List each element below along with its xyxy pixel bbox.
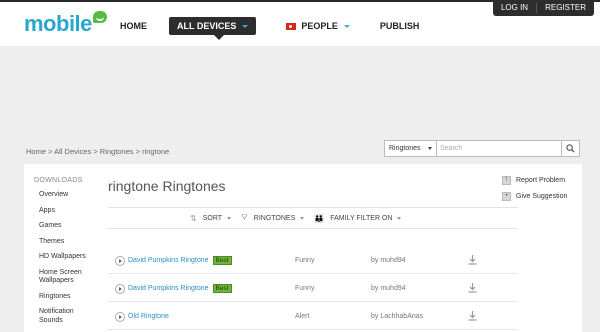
chevron-down-icon xyxy=(300,216,305,220)
sidebar-item-notification-sounds[interactable]: Notification Sounds xyxy=(24,308,92,325)
list-item[interactable]: Old Ringtone Alert by LachhabAnas xyxy=(108,302,518,330)
ringtone-category: Funny xyxy=(295,257,315,264)
sidebar-item-overview[interactable]: Overview xyxy=(24,191,92,200)
sidebar: DOWNLOADS Overview Apps Games Themes HD … xyxy=(24,164,92,325)
site-header: mobile LOG IN REGISTER HOME ALL DEVICES … xyxy=(0,0,600,46)
ringtone-category: Funny xyxy=(295,285,315,292)
play-icon[interactable] xyxy=(115,256,125,266)
lightbulb-icon: • xyxy=(502,192,511,201)
right-actions: ! Report Problem • Give Suggestion xyxy=(502,176,567,208)
search-button[interactable] xyxy=(562,140,580,157)
logo-text: mobile xyxy=(24,11,92,36)
chevron-down-icon xyxy=(428,147,432,150)
type-label: RINGTONES xyxy=(253,214,296,222)
family-icon: 👪 xyxy=(314,213,325,223)
ringtone-author[interactable]: by LachhabAnas xyxy=(371,313,423,320)
family-filter[interactable]: 👪 FAMILY FILTER ON xyxy=(314,213,402,223)
ringtone-author[interactable]: by muhd94 xyxy=(371,257,406,264)
chevron-down-icon xyxy=(343,24,350,28)
sidebar-item-apps[interactable]: Apps xyxy=(24,207,92,216)
flag-icon xyxy=(286,22,297,30)
logo[interactable]: mobile xyxy=(24,11,107,37)
sidebar-title: DOWNLOADS xyxy=(34,177,83,184)
download-icon[interactable] xyxy=(468,283,477,293)
nav-publish[interactable]: PUBLISH xyxy=(380,21,420,31)
play-icon[interactable] xyxy=(115,312,125,322)
sort-icon: ⇅ xyxy=(190,213,197,223)
nav-all-devices[interactable]: ALL DEVICES xyxy=(169,17,257,40)
sort-filter[interactable]: ⇅ SORT xyxy=(190,213,232,223)
sidebar-item-hd-wallpapers[interactable]: HD Wallpapers xyxy=(24,253,92,262)
best-badge: Best xyxy=(212,284,232,293)
download-icon[interactable] xyxy=(468,255,477,265)
ringtone-author[interactable]: by muhd94 xyxy=(371,285,406,292)
sidebar-item-games[interactable]: Games xyxy=(24,222,92,231)
chevron-down-icon xyxy=(227,216,232,220)
breadcrumb[interactable]: Home > All Devices > Ringtones > rington… xyxy=(26,147,169,156)
search-input[interactable]: Search xyxy=(437,140,562,157)
sidebar-item-ringtones[interactable]: Ringtones xyxy=(24,293,92,302)
report-problem-link[interactable]: ! Report Problem xyxy=(502,176,567,185)
give-suggestion-link[interactable]: • Give Suggestion xyxy=(502,192,567,201)
nav-home-label: HOME xyxy=(120,21,147,31)
ringtone-name[interactable]: David Pumpkins Ringtone Best xyxy=(128,256,232,265)
search-category-select[interactable]: Ringtones xyxy=(384,140,437,157)
give-suggestion-label: Give Suggestion xyxy=(516,193,568,200)
sidebar-item-home-screen-wallpapers[interactable]: Home Screen Wallpapers xyxy=(24,269,92,286)
flag-icon: ! xyxy=(502,176,511,185)
ringtone-title: Old Ringtone xyxy=(128,313,169,320)
chevron-down-icon xyxy=(242,24,249,28)
sort-label: SORT xyxy=(202,214,223,222)
download-icon[interactable] xyxy=(468,311,477,321)
logo-bubble-icon xyxy=(92,11,107,23)
ringtone-title: David Pumpkins Ringtone xyxy=(128,285,209,292)
report-problem-label: Report Problem xyxy=(516,177,566,184)
login-link[interactable]: LOG IN xyxy=(493,0,536,16)
sidebar-item-themes[interactable]: Themes xyxy=(24,238,92,247)
search-bar: Ringtones Search xyxy=(384,140,580,157)
list-item[interactable]: David Pumpkins Ringtone Best Funny by mu… xyxy=(108,246,518,274)
family-label: FAMILY FILTER ON xyxy=(330,214,393,222)
filter-bar: ⇅ SORT ⛛ RINGTONES 👪 FAMILY FILTER ON xyxy=(108,207,518,229)
type-filter[interactable]: ⛛ RINGTONES xyxy=(241,213,305,223)
nav-all-devices-label: ALL DEVICES xyxy=(177,21,237,31)
nav-publish-label: PUBLISH xyxy=(379,21,420,31)
page-title: ringtone Ringtones xyxy=(108,178,226,194)
nav-people[interactable]: PEOPLE xyxy=(286,21,350,31)
best-badge: Best xyxy=(212,256,232,265)
chevron-down-icon xyxy=(397,216,402,220)
account-bar: LOG IN REGISTER xyxy=(492,0,594,16)
ringtone-title: David Pumpkins Ringtone xyxy=(128,257,209,264)
play-icon[interactable] xyxy=(115,284,125,294)
filter-icon: ⛛ xyxy=(241,213,248,222)
ringtone-name[interactable]: Old Ringtone xyxy=(128,313,169,320)
search-icon xyxy=(566,144,575,153)
nav-home[interactable]: HOME xyxy=(120,21,147,31)
list-item[interactable]: David Pumpkins Ringtone Best Funny by mu… xyxy=(108,274,518,302)
ringtone-name[interactable]: David Pumpkins Ringtone Best xyxy=(128,284,232,293)
nav-people-label: PEOPLE xyxy=(301,21,338,31)
ringtone-category: Alert xyxy=(295,313,310,320)
search-category-value: Ringtones xyxy=(389,145,421,152)
register-link[interactable]: REGISTER xyxy=(537,0,594,16)
main-nav: HOME ALL DEVICES PEOPLE PUBLISH xyxy=(120,17,449,40)
main-panel: DOWNLOADS Overview Apps Games Themes HD … xyxy=(24,164,582,332)
